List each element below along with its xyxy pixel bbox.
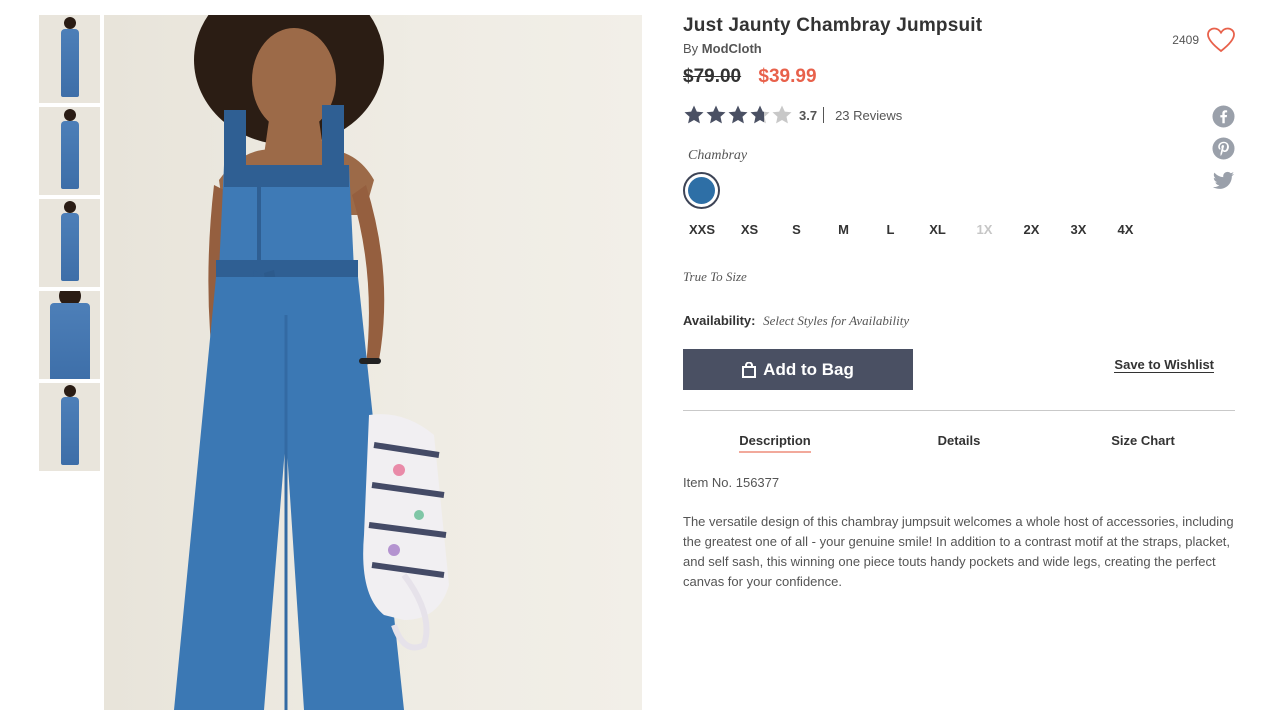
- bag-icon: [742, 361, 757, 378]
- tab-size-chart[interactable]: Size Chart: [1051, 433, 1235, 448]
- info-tabs: Description Details Size Chart: [683, 433, 1235, 453]
- thumbnail-list: [39, 15, 100, 475]
- favorite-count: 2409: [1172, 33, 1199, 47]
- main-product-image[interactable]: [104, 15, 642, 710]
- product-info: Just Jaunty Chambray Jumpsuit By ModClot…: [683, 15, 1235, 592]
- star-icon: [706, 105, 726, 124]
- size-option-xs[interactable]: XS: [726, 222, 773, 237]
- size-option-1x: 1X: [976, 222, 993, 237]
- sale-price: $39.99: [758, 66, 817, 87]
- size-option-xl[interactable]: XL: [914, 222, 961, 237]
- facebook-icon[interactable]: [1212, 105, 1235, 128]
- size-option-3x[interactable]: 3X: [1055, 222, 1102, 237]
- size-option-xxs[interactable]: XXS: [683, 222, 726, 237]
- rating-value: 3.7: [799, 107, 818, 123]
- color-swatch-chambray[interactable]: [683, 172, 720, 209]
- tab-details-label: Details: [937, 433, 981, 448]
- thumbnail-full[interactable]: [39, 383, 100, 471]
- purchase-actions: Add to Bag Save to Wishlist: [683, 349, 1235, 390]
- thumbnail-front[interactable]: [39, 15, 100, 103]
- tab-description-label: Description: [739, 433, 811, 453]
- heart-icon[interactable]: [1207, 27, 1235, 53]
- pinterest-icon[interactable]: [1212, 137, 1235, 160]
- original-price: $79.00: [683, 66, 742, 87]
- brand-prefix: By: [683, 41, 699, 56]
- availability-value: Select Styles for Availability: [763, 313, 910, 328]
- divider: [683, 410, 1235, 411]
- star-icon: [728, 105, 748, 124]
- favorite-block: 2409: [1172, 27, 1235, 53]
- fit-info: True To Size: [683, 269, 747, 284]
- rating-separator: [823, 107, 825, 123]
- availability-label: Availability:: [683, 313, 756, 328]
- size-option-l[interactable]: L: [867, 222, 914, 237]
- add-to-bag-button[interactable]: Add to Bag: [683, 349, 913, 390]
- price-block: $79.00 $39.99: [683, 66, 1235, 88]
- thumbnail-back[interactable]: [39, 107, 100, 195]
- social-share: [1212, 105, 1235, 192]
- availability: Availability: Select Styles for Availabi…: [683, 313, 1235, 329]
- rating-row: 3.7 23 Reviews: [683, 104, 1235, 126]
- star-rating[interactable]: [683, 104, 793, 126]
- size-option-m[interactable]: M: [820, 222, 867, 237]
- size-option-2x[interactable]: 2X: [1008, 222, 1055, 237]
- size-option-4x[interactable]: 4X: [1102, 222, 1149, 237]
- size-selector: XXS XS S M L XL 1X 2X 3X 4X: [683, 222, 1235, 237]
- brand-line: By ModCloth: [683, 41, 1235, 56]
- swatch-fill: [688, 177, 715, 204]
- star-icon: [684, 105, 704, 124]
- tab-details[interactable]: Details: [867, 433, 1051, 448]
- thumbnail-side[interactable]: [39, 199, 100, 287]
- star-icon: [750, 105, 770, 124]
- tab-size-chart-label: Size Chart: [1111, 433, 1175, 448]
- star-icon: [772, 105, 792, 124]
- size-option-s[interactable]: S: [773, 222, 820, 237]
- product-description: The versatile design of this chambray ju…: [683, 514, 1234, 589]
- color-label: Chambray: [688, 148, 748, 163]
- model-photo: [174, 15, 449, 710]
- item-number: Item No. 156377: [683, 475, 780, 490]
- product-title: Just Jaunty Chambray Jumpsuit: [683, 15, 983, 36]
- thumbnail-closeup[interactable]: [39, 291, 100, 379]
- save-to-wishlist-link[interactable]: Save to Wishlist: [1114, 357, 1214, 373]
- reviews-link[interactable]: 23 Reviews: [835, 108, 902, 123]
- tab-description[interactable]: Description: [683, 433, 867, 453]
- brand-link[interactable]: ModCloth: [702, 41, 762, 56]
- twitter-icon[interactable]: [1212, 169, 1235, 192]
- add-to-bag-label: Add to Bag: [763, 359, 854, 379]
